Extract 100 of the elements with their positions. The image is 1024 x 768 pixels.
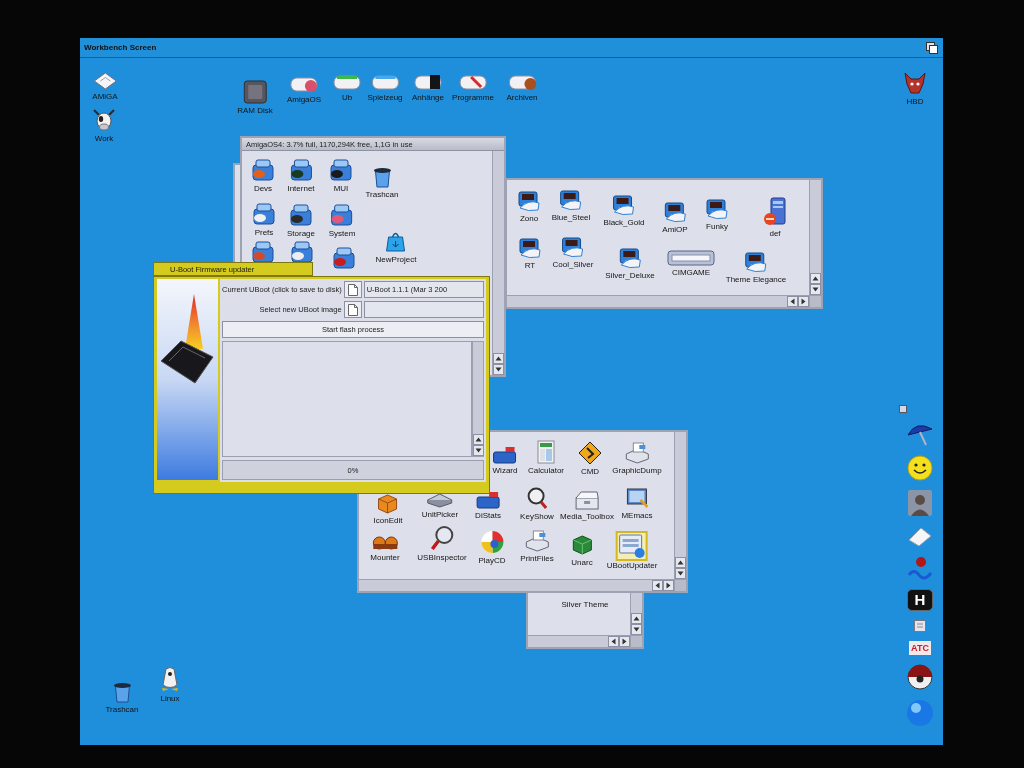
icon-label: RAM Disk	[236, 106, 274, 116]
warning-sign-icon[interactable]	[578, 441, 602, 465]
caret-up-icon	[475, 437, 482, 442]
box-icon[interactable]	[377, 492, 399, 514]
vertical-scrollbar[interactable]	[630, 590, 642, 635]
vertical-scrollbar[interactable]	[472, 341, 484, 457]
screen-title: Workbench Screen	[84, 43, 157, 52]
scroll-down-button[interactable]	[473, 445, 484, 456]
screen-icon[interactable]	[561, 236, 585, 258]
scroll-left-button[interactable]	[608, 636, 619, 647]
caret-up-icon	[677, 560, 684, 565]
horizontal-scrollbar[interactable]	[359, 579, 674, 591]
photo-placeholder[interactable]	[908, 490, 932, 516]
panel-icon[interactable]	[476, 491, 500, 509]
scroll-up-button[interactable]	[810, 273, 821, 284]
icon-label: Devs	[252, 184, 274, 194]
computer-tower-icon[interactable]	[762, 197, 788, 227]
cube-icon[interactable]	[571, 534, 593, 556]
scroll-right-button[interactable]	[663, 580, 674, 591]
icon-label: Blue_Steel	[550, 213, 592, 223]
screen-icon[interactable]	[618, 247, 642, 269]
note-icon[interactable]	[914, 620, 926, 632]
scroll-left-button[interactable]	[652, 580, 663, 591]
chip-icon[interactable]	[243, 80, 267, 104]
icon-label: UBootUpdater	[605, 561, 659, 571]
window-icon[interactable]	[618, 533, 646, 559]
toolbox-icon[interactable]	[574, 490, 600, 510]
horizontal-scrollbar[interactable]	[528, 635, 630, 647]
printer-icon[interactable]	[524, 530, 550, 552]
ball-icon[interactable]	[907, 664, 933, 690]
caret-left-icon	[611, 638, 616, 645]
icon-label: Theme Elegance	[724, 275, 788, 285]
bar-icon[interactable]	[667, 250, 715, 266]
file-button[interactable]	[343, 281, 362, 298]
panel-icon[interactable]	[493, 446, 517, 464]
logo[interactable]: H	[907, 589, 933, 611]
drawer-icon[interactable]	[329, 158, 353, 182]
drawer-icon[interactable]	[289, 203, 313, 227]
caret-up-icon	[812, 276, 819, 281]
screen-icon[interactable]	[518, 237, 542, 259]
icon-label: HBD	[905, 97, 925, 107]
screen-icon[interactable]	[559, 189, 583, 211]
screen-icon[interactable]	[744, 251, 768, 273]
file-path-field[interactable]	[363, 301, 484, 318]
icon-label: NewProject	[374, 255, 418, 265]
scroll-up-button[interactable]	[493, 353, 504, 364]
cow-head-icon[interactable]	[93, 108, 115, 132]
vertical-scrollbar[interactable]	[492, 151, 504, 375]
drawer-icon[interactable]	[289, 158, 313, 182]
trash-can-icon[interactable]	[112, 681, 132, 703]
horizontal-scrollbar[interactable]	[507, 295, 809, 307]
screen-icon[interactable]	[705, 198, 729, 220]
square-icon[interactable]	[899, 405, 907, 413]
caret-down-icon	[812, 287, 819, 292]
depth-gadget-icon[interactable]	[926, 41, 938, 54]
vertical-scrollbar[interactable]	[674, 432, 686, 579]
icon-label: Work	[93, 134, 115, 144]
caret-up-icon	[633, 616, 640, 621]
smiley-icon[interactable]	[907, 455, 933, 481]
trash-can-icon[interactable]	[372, 166, 392, 188]
penguin-icon[interactable]	[159, 666, 181, 692]
icon-label: AmigaOS	[285, 95, 323, 105]
scroll-up-button[interactable]	[473, 434, 484, 445]
scroll-down-button[interactable]	[810, 284, 821, 295]
caret-left-icon	[655, 582, 660, 589]
file-button[interactable]	[343, 301, 362, 318]
device-icon[interactable]	[427, 492, 453, 508]
disc-icon[interactable]	[480, 530, 504, 554]
magnifier-icon[interactable]	[430, 525, 454, 551]
printer-icon[interactable]	[624, 442, 650, 464]
umbrella-icon[interactable]	[907, 422, 933, 446]
caret-left-icon	[790, 298, 795, 305]
scroll-left-button[interactable]	[787, 296, 798, 307]
icon-label: USBInspector	[416, 553, 468, 563]
eraser-icon[interactable]	[907, 525, 933, 547]
scroll-down-button[interactable]	[493, 364, 504, 375]
screen-icon[interactable]	[663, 201, 687, 223]
capsules-icon[interactable]	[372, 535, 398, 551]
scroll-right-button[interactable]	[619, 636, 630, 647]
icon-label: RT	[523, 261, 537, 271]
scroll-right-button[interactable]	[798, 296, 809, 307]
monitor-icon[interactable]	[625, 487, 649, 509]
creature-icon[interactable]	[903, 71, 927, 95]
scroll-down-button[interactable]	[631, 624, 642, 635]
screen-icon[interactable]	[517, 190, 541, 212]
vertical-scrollbar[interactable]	[809, 180, 821, 295]
scroll-up-button[interactable]	[675, 557, 686, 568]
icon-label: Wizard	[491, 466, 519, 476]
drive-icon[interactable]	[414, 73, 442, 91]
icon-label: IconEdit	[372, 516, 404, 526]
screen-icon[interactable]	[612, 194, 636, 216]
icon-label: Media_Toolbox	[559, 512, 615, 522]
magnifier-icon[interactable]	[526, 486, 548, 510]
icon-label: Ub	[340, 93, 354, 103]
calculator-icon[interactable]	[537, 440, 555, 464]
scroll-up-button[interactable]	[631, 613, 642, 624]
scroll-down-button[interactable]	[675, 568, 686, 579]
icon-label: MEmacs	[620, 511, 654, 521]
icon-label: AmiOP	[661, 225, 689, 235]
logo[interactable]: ATC	[909, 641, 931, 655]
